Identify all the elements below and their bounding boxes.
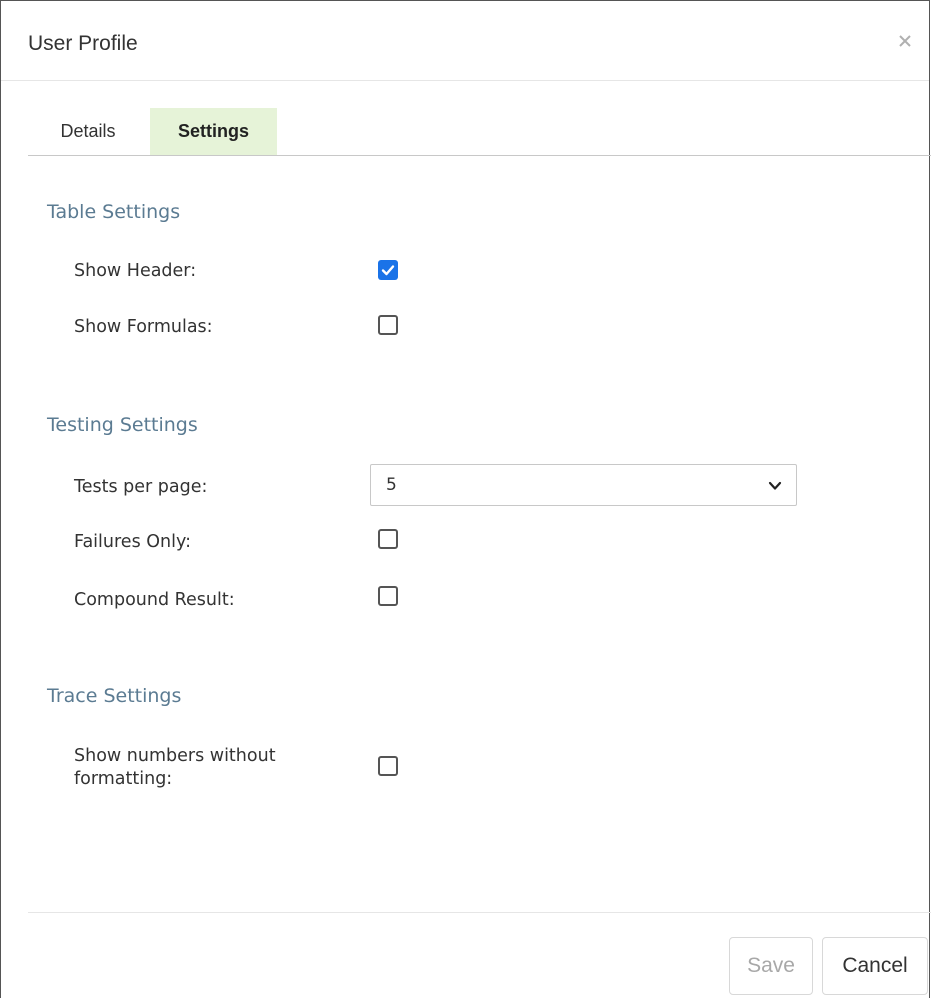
dialog-title: User Profile xyxy=(28,32,138,55)
show-formulas-label: Show Formulas: xyxy=(74,317,213,337)
compound-result-checkbox[interactable] xyxy=(378,586,398,606)
failures-only-label: Failures Only: xyxy=(74,532,191,552)
tab-bar: Details Settings xyxy=(28,108,931,156)
show-numbers-label-line2: formatting: xyxy=(74,769,173,789)
compound-result-label: Compound Result: xyxy=(74,590,235,610)
show-numbers-label-line1: Show numbers without xyxy=(74,746,276,766)
tests-per-page-value: 5 xyxy=(386,475,397,495)
testing-settings-heading: Testing Settings xyxy=(47,414,198,436)
user-profile-dialog: User Profile Details Settings Table Sett… xyxy=(0,0,931,998)
close-button[interactable] xyxy=(895,31,915,51)
cancel-button[interactable]: Cancel xyxy=(822,937,928,995)
tests-per-page-label: Tests per page: xyxy=(74,477,208,497)
checkmark-icon xyxy=(381,265,395,276)
show-formulas-checkbox[interactable] xyxy=(378,315,398,335)
dialog-header: User Profile xyxy=(1,1,929,81)
table-settings-heading: Table Settings xyxy=(47,201,181,223)
tab-details[interactable]: Details xyxy=(28,108,148,155)
show-numbers-without-formatting-checkbox[interactable] xyxy=(378,756,398,776)
close-icon xyxy=(899,35,911,47)
save-button[interactable]: Save xyxy=(729,937,813,995)
tab-settings[interactable]: Settings xyxy=(150,108,277,155)
chevron-down-icon xyxy=(768,481,782,490)
footer-divider xyxy=(28,912,931,913)
tests-per-page-select[interactable]: 5 xyxy=(370,464,797,506)
show-header-label: Show Header: xyxy=(74,261,197,281)
show-header-checkbox[interactable] xyxy=(378,260,398,280)
trace-settings-heading: Trace Settings xyxy=(47,685,182,707)
failures-only-checkbox[interactable] xyxy=(378,529,398,549)
